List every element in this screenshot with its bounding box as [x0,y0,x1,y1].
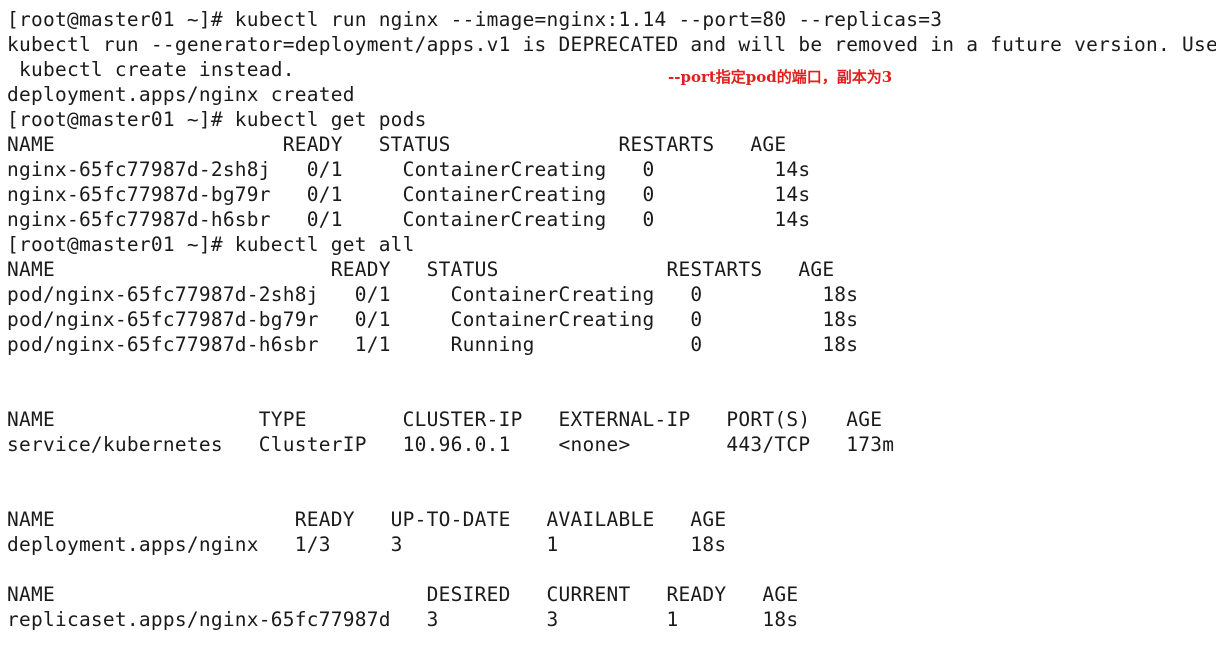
annotation-note: --port指定pod的端口，副本为3 [668,68,893,86]
terminal-line: pod/nginx-65fc77987d-bg79r 0/1 Container… [7,308,859,331]
terminal-line: [root@master01 ~]# kubectl get all [7,233,415,256]
terminal-line: pod/nginx-65fc77987d-2sh8j 0/1 Container… [7,283,859,306]
terminal-line: nginx-65fc77987d-2sh8j 0/1 ContainerCrea… [7,158,811,181]
terminal-line: nginx-65fc77987d-bg79r 0/1 ContainerCrea… [7,183,811,206]
terminal-line: kubectl run --generator=deployment/apps.… [7,33,1216,56]
terminal-line: [root@master01 ~]# kubectl get pods [7,108,427,131]
terminal-line: NAME READY STATUS RESTARTS AGE [7,133,787,156]
terminal-line: replicaset.apps/nginx-65fc77987d 3 3 1 1… [7,608,799,631]
terminal-line: nginx-65fc77987d-h6sbr 0/1 ContainerCrea… [7,208,811,231]
terminal-line: service/kubernetes ClusterIP 10.96.0.1 <… [7,433,895,456]
terminal-line: deployment.apps/nginx created [7,83,355,106]
terminal-line: deployment.apps/nginx 1/3 3 1 18s [7,533,727,556]
terminal-line: [root@master01 ~]# kubectl run nginx --i… [7,8,943,31]
terminal-line: pod/nginx-65fc77987d-h6sbr 1/1 Running 0… [7,333,859,356]
terminal-line: kubectl create instead. [7,58,295,81]
terminal-window[interactable]: [root@master01 ~]# kubectl run nginx --i… [0,0,1216,659]
terminal-line: NAME READY UP-TO-DATE AVAILABLE AGE [7,508,727,531]
terminal-line: NAME TYPE CLUSTER-IP EXTERNAL-IP PORT(S)… [7,408,883,431]
terminal-line: NAME READY STATUS RESTARTS AGE [7,258,835,281]
terminal-line: NAME DESIRED CURRENT READY AGE [7,583,799,606]
